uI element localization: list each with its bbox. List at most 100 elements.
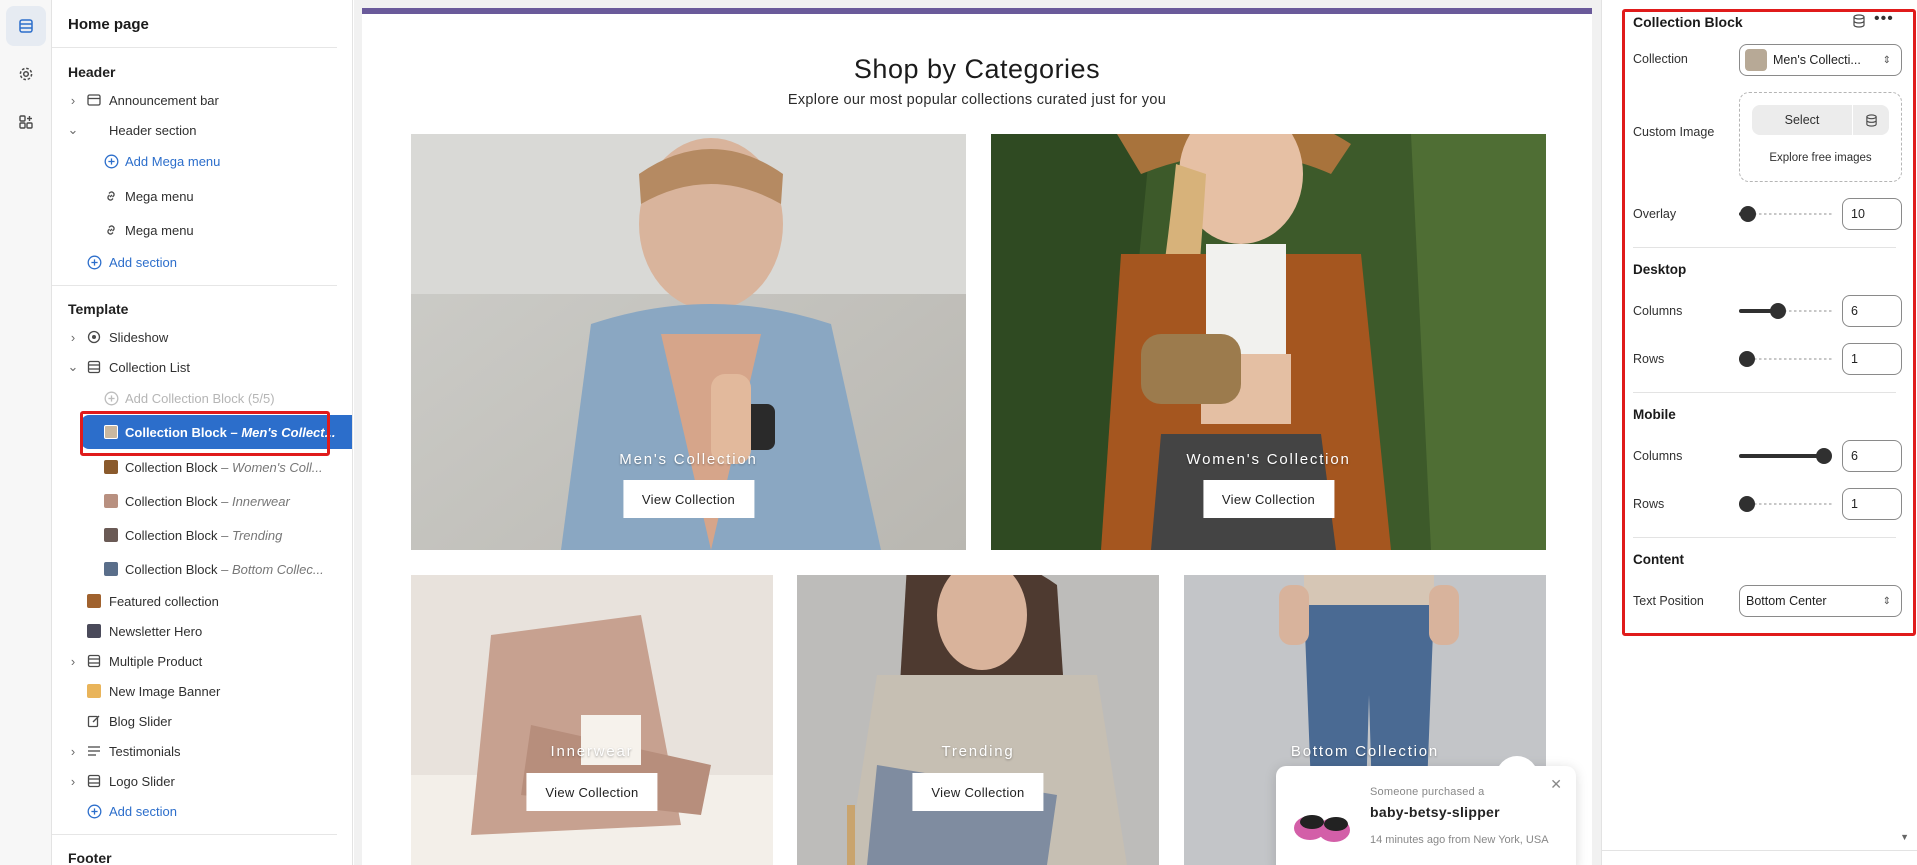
preview-canvas: Shop by Categories Explore our most popu… [354,0,1601,865]
sidebar-item-mega-menu-2[interactable]: Mega menu [52,215,337,245]
announcement-icon [86,92,102,108]
sidebar-item-sublabel: Trending [231,527,283,543]
sidebar-item-slideshow[interactable]: › Slideshow [52,322,337,352]
section-title: Shop by Categories [853,54,1101,84]
sidebar-item-label: Add Collection Block (5/5) [125,390,275,406]
sidebar-item-testimonials[interactable]: › Testimonials [52,736,337,766]
sidebar-item-label: Mega menu [125,222,194,238]
divider [1633,392,1896,393]
add-mega-menu-button[interactable]: Add Mega menu [52,146,337,176]
desktop-rows-input[interactable]: 1 [1842,343,1902,375]
separator: – [217,459,232,475]
add-section-button[interactable]: Add section [52,796,337,826]
desktop-rows-slider[interactable] [1739,351,1832,367]
collection-card-innerwear[interactable]: Innerwear View Collection [411,575,773,865]
sidebar-item-label: Slideshow [109,329,169,345]
chevron-down-icon[interactable]: ⌄ [66,122,80,137]
trending-collection-image [797,575,1159,865]
sidebar-item-collection-list[interactable]: ⌄ Collection List [52,352,337,382]
header-bar [362,8,1592,14]
sidebar-item-header-section[interactable]: ⌄ Header section [52,115,337,145]
gear-icon[interactable] [6,54,46,94]
toast-intro: Someone purchased a [1370,786,1485,798]
slider-knob[interactable] [1739,496,1755,512]
sidebar-item-collection-block-mens[interactable]: Collection Block – Men's Collect... [81,415,352,449]
list-icon [86,359,102,375]
block-settings-panel: Collection Block ••• Collection Men's Co… [1601,0,1917,865]
sidebar-item-collection-block-trending[interactable]: Collection Block – Trending [52,520,337,550]
collection-picker[interactable]: Men's Collecti... ⇕ [1739,44,1902,76]
sidebar-item-label: Announcement bar [109,92,219,108]
overlay-slider[interactable] [1739,206,1832,222]
slider-knob[interactable] [1740,206,1757,222]
mobile-columns-label: Columns [1633,449,1683,463]
toast-product[interactable]: baby-betsy-slipper [1370,804,1500,820]
sidebar-item-collection-block-womens[interactable]: Collection Block – Women's Coll... [52,452,337,482]
divider [1602,850,1917,851]
select-image-button[interactable]: Select [1752,105,1852,135]
sidebar-item-sublabel: Women's Coll... [231,459,323,475]
view-collection-button[interactable]: View Collection [1202,480,1335,518]
chevron-right-icon[interactable]: › [66,654,80,669]
explore-free-images-link[interactable]: Explore free images [1740,152,1901,164]
scroll-down-icon[interactable]: ▼ [1900,832,1909,842]
sidebar-item-collection-block-bottom[interactable]: Collection Block – Bottom Collec... [52,554,337,584]
desktop-rows-label: Rows [1633,352,1665,366]
mobile-heading: Mobile [1633,407,1676,422]
sidebar-item-blog-slider[interactable]: Blog Slider [52,706,337,736]
image-dropzone[interactable]: Select Explore free images [1739,92,1902,182]
chevron-right-icon[interactable]: › [66,93,80,108]
slider-knob[interactable] [1739,351,1755,367]
purchase-notification: ✕ Someone purchased a baby-betsy-slipper… [1276,756,1576,865]
collection-card-mens[interactable]: Men's Collection View Collection [411,134,966,550]
mobile-columns-slider[interactable] [1739,448,1832,464]
sidebar-item-mega-menu-1[interactable]: Mega menu [52,181,337,211]
sidebar-item-featured-collection[interactable]: Featured collection [52,586,337,616]
collection-card-trending[interactable]: Trending View Collection [797,575,1159,865]
testimonials-icon [86,743,102,759]
header-group-heading: Header [68,64,116,80]
text-position-label: Text Position [1633,594,1704,608]
chevron-down-icon[interactable]: ⌄ [66,359,80,374]
view-collection-button[interactable]: View Collection [622,480,755,518]
database-icon[interactable] [1852,14,1866,31]
content-heading: Content [1633,552,1684,567]
overlay-input[interactable]: 10 [1842,198,1902,230]
sidebar-item-collection-block-innerwear[interactable]: Collection Block – Innerwear [52,486,337,516]
product-image [1294,815,1350,842]
close-icon[interactable]: ✕ [1550,776,1562,793]
sidebar-item-newsletter-hero[interactable]: Newsletter Hero [52,616,337,646]
sidebar-item-label: Logo Slider [109,773,175,789]
chevron-right-icon[interactable]: › [66,330,80,345]
sidebar-item-logo-slider[interactable]: › Logo Slider [52,766,337,796]
mobile-rows-input[interactable]: 1 [1842,488,1902,520]
separator: – [217,527,232,543]
desktop-columns-label: Columns [1633,304,1683,318]
chevron-right-icon[interactable]: › [66,774,80,789]
apps-icon[interactable] [6,102,46,142]
chevron-right-icon[interactable]: › [66,744,80,759]
add-section-button[interactable]: Add section [52,247,337,277]
view-collection-button[interactable]: View Collection [912,773,1044,811]
collection-card-womens[interactable]: Women's Collection View Collection [991,134,1546,550]
block-thumbnail [103,527,119,543]
database-icon[interactable] [1853,105,1889,135]
desktop-columns-slider[interactable] [1739,303,1832,319]
slider-knob[interactable] [1816,448,1832,464]
text-position-select[interactable]: Bottom Center ⇕ [1739,585,1902,617]
view-collection-button[interactable]: View Collection [526,773,658,811]
chevron-updown-icon: ⇕ [1882,595,1891,607]
sidebar-item-multiple-product[interactable]: › Multiple Product [52,646,337,676]
sidebar-item-new-image-banner[interactable]: New Image Banner [52,676,337,706]
slider-knob[interactable] [1770,303,1787,319]
section-sidebar: Home page Header › Announcement bar ⌄ He… [52,0,353,865]
sidebar-item-announcement-bar[interactable]: › Announcement bar [52,85,337,115]
add-collection-block-button[interactable]: Add Collection Block (5/5) [52,383,337,413]
overlay-label: Overlay [1633,207,1677,221]
desktop-columns-input[interactable]: 6 [1842,295,1902,327]
mobile-rows-slider[interactable] [1739,496,1832,512]
sections-icon[interactable] [6,6,46,46]
more-icon[interactable]: ••• [1874,10,1894,28]
divider [52,47,337,48]
mobile-columns-input[interactable]: 6 [1842,440,1902,472]
